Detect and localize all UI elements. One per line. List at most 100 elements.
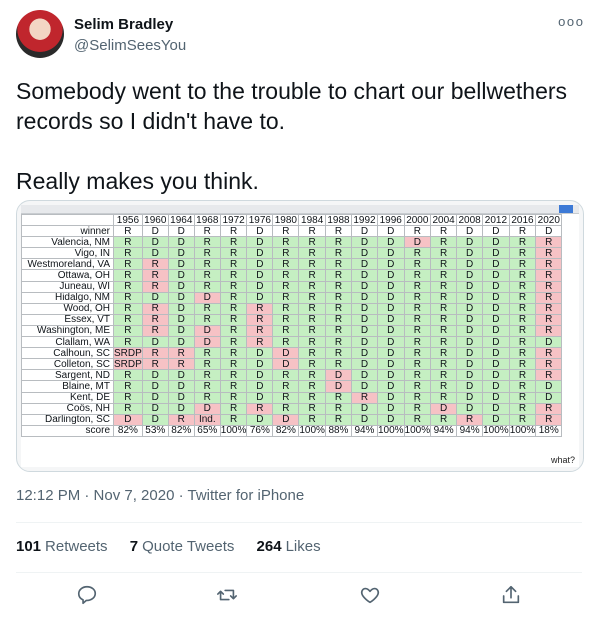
quotes-stat[interactable]: 7 Quote Tweets: [130, 538, 235, 555]
vote-cell: R: [430, 313, 458, 326]
vote-cell: R: [141, 358, 169, 371]
vote-cell: R: [535, 247, 563, 260]
vote-cell: R: [430, 280, 458, 293]
vote-cell: D: [350, 358, 378, 371]
vote-cell: R: [193, 347, 221, 360]
vote-cell: R: [193, 358, 221, 371]
vote-cell: R: [324, 391, 352, 404]
vote-cell: D: [350, 336, 378, 349]
author-name[interactable]: Selim Bradley: [74, 16, 173, 33]
vote-cell: D: [376, 247, 405, 260]
county-name: Westmoreland, VA: [21, 258, 114, 271]
vote-cell: D: [456, 247, 484, 260]
vote-cell: R: [535, 280, 563, 293]
vote-cell: R: [246, 324, 274, 338]
vote-cell: D: [376, 291, 405, 304]
retweets-stat[interactable]: 101 Retweets: [16, 538, 108, 555]
vote-cell: D: [456, 347, 484, 360]
tweet-image[interactable]: 1956 1960 1964 1968 1972 1976 1980 1984 1988 1992…: [16, 200, 584, 472]
vote-cell: R: [535, 413, 563, 426]
vote-cell: R: [246, 336, 274, 349]
vote-cell: R: [219, 369, 248, 382]
table-row: Vigo, IN R D D R R D R R R D D R R D D R R: [21, 247, 563, 260]
score-cell: 82%: [167, 424, 195, 437]
vote-cell: R: [193, 236, 221, 249]
vote-cell: R: [430, 391, 458, 404]
vote-cell: R: [298, 358, 326, 371]
avatar[interactable]: [16, 10, 64, 58]
vote-cell: R: [403, 358, 432, 371]
vote-cell: R: [403, 391, 432, 404]
reply-icon[interactable]: [76, 584, 102, 610]
vote-cell: R: [219, 402, 248, 415]
vote-cell: D: [246, 380, 274, 393]
vote-cell: D: [482, 358, 510, 371]
vote-cell: R: [535, 313, 563, 326]
county-name: Essex, VT: [21, 313, 114, 326]
vote-cell: D: [535, 391, 563, 404]
vote-cell: D: [141, 413, 169, 426]
vote-cell: D: [376, 236, 405, 249]
vote-cell: R: [272, 313, 300, 326]
vote-cell: D: [350, 247, 378, 260]
timestamp[interactable]: 12:12 PM · Nov 7, 2020 · Twitter for iPh…: [16, 487, 304, 504]
vote-cell: R: [298, 291, 326, 304]
vote-cell: R: [113, 269, 143, 282]
vote-cell: D: [350, 413, 378, 426]
table-row: Calhoun, SC SRDP R R R R D D R R D D R R D D R R: [21, 347, 563, 360]
vote-cell: R: [403, 269, 432, 282]
vote-cell: D: [376, 324, 405, 338]
score-cell: 100%: [376, 424, 405, 437]
vote-cell: D: [246, 413, 274, 426]
vote-cell: D: [456, 391, 484, 404]
winner-cell: R: [508, 225, 537, 238]
likes-stat[interactable]: 264 Likes: [257, 538, 321, 555]
winner-cell: D: [167, 225, 195, 238]
vote-cell: R: [324, 402, 352, 415]
vote-cell: D: [376, 269, 405, 282]
vote-cell: R: [193, 247, 221, 260]
vote-cell: R: [167, 413, 195, 426]
vote-cell: R: [403, 324, 432, 338]
vote-cell: D: [482, 247, 510, 260]
vote-cell: R: [219, 391, 248, 404]
vote-cell: R: [324, 247, 352, 260]
vote-cell: R: [403, 280, 432, 293]
table-row: Kent, DE R D D R R D R R R R D R R D D R D: [21, 391, 563, 404]
vote-cell: D: [482, 313, 510, 326]
vote-cell: D: [350, 280, 378, 293]
more-icon[interactable]: o o o: [558, 14, 583, 29]
tweet-text: Somebody went to the trouble to chart ou…: [16, 78, 568, 194]
year-header: 2016: [508, 213, 537, 227]
score-cell: 100%: [482, 424, 510, 437]
vote-cell: D: [167, 247, 195, 260]
vote-cell: D: [246, 291, 274, 304]
column-header-bar: [21, 205, 579, 214]
table-row: Colleton, SC SRDP R R R R D D R R D D R R D D R R: [21, 358, 563, 371]
retweet-icon[interactable]: [216, 584, 242, 610]
score-cell: 94%: [456, 424, 484, 437]
year-header: 1992: [350, 213, 378, 227]
vote-cell: R: [298, 402, 326, 415]
author-handle[interactable]: @SelimSeesYou: [74, 37, 186, 54]
share-icon[interactable]: [500, 584, 526, 610]
like-icon[interactable]: [359, 584, 385, 610]
winner-cell: D: [246, 225, 274, 238]
county-name: Washington, ME: [21, 324, 114, 338]
vote-cell: D: [246, 258, 274, 271]
vote-cell: D: [482, 258, 510, 271]
vote-cell: D: [376, 402, 405, 415]
vote-cell: D: [456, 280, 484, 293]
winner-cell: R: [430, 225, 458, 238]
score-label: score: [21, 424, 114, 437]
county-name: Wood, OH: [21, 302, 114, 315]
vote-cell: D: [456, 324, 484, 338]
year-header: 1960: [141, 213, 169, 227]
vote-cell: D: [535, 380, 563, 393]
vote-cell: R: [219, 358, 248, 371]
vote-cell: R: [272, 258, 300, 271]
vote-cell: R: [324, 291, 352, 304]
vote-cell: R: [219, 258, 248, 271]
vote-cell: R: [535, 258, 563, 271]
vote-cell: D: [430, 402, 458, 415]
